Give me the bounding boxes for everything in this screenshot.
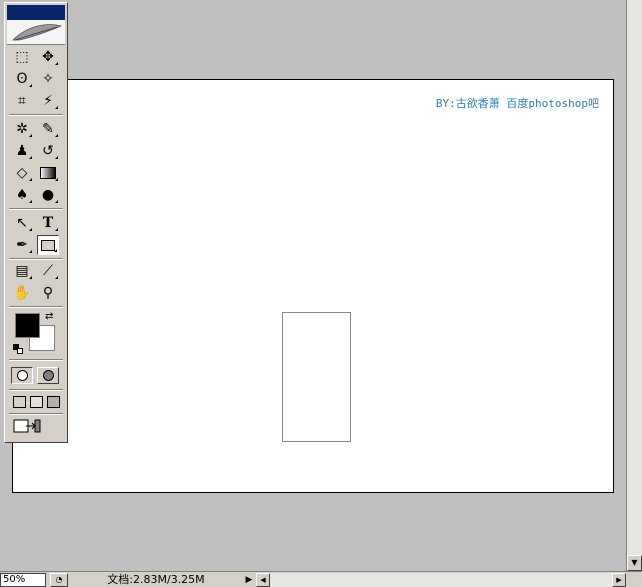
palette-separator [9, 208, 63, 210]
standard-mode-button[interactable] [11, 367, 33, 384]
document-canvas[interactable]: BY:古欲香萧 百度photoshop吧 [12, 79, 614, 493]
palette-separator [9, 114, 63, 116]
move-icon[interactable]: ✥ [37, 47, 59, 67]
scroll-down-button[interactable]: ▼ [627, 555, 642, 571]
palette-separator [9, 258, 63, 260]
resize-corner[interactable] [626, 573, 642, 587]
zoom-icon[interactable]: ⚲ [37, 283, 59, 303]
quick-mask-mode-button[interactable] [37, 367, 59, 384]
status-menu-arrow-icon[interactable]: ▶ [243, 573, 255, 587]
default-colors-icon[interactable] [13, 344, 23, 354]
navigator-button[interactable]: ◔ [50, 573, 68, 587]
feather-icon [12, 24, 63, 41]
clone-stamp-icon[interactable]: ♟ [11, 141, 33, 161]
imageready-jump-icon [13, 419, 41, 433]
credit-text: BY:古欲香萧 百度photoshop吧 [435, 97, 599, 110]
pen-icon[interactable]: ✒ [11, 235, 33, 255]
full-screen-menu-mode-icon[interactable] [30, 396, 43, 408]
rectangular-marquee-icon[interactable]: ⬚ [11, 47, 33, 67]
status-bar: 50% ◔ 文档:2.83M/3.25M ▶ ◀ ▶ [0, 571, 642, 587]
zoom-level-field[interactable]: 50% [0, 573, 46, 587]
scroll-left-button[interactable]: ◀ [256, 573, 270, 587]
feather-logo[interactable] [7, 20, 65, 45]
crop-icon[interactable]: ⌗ [11, 91, 33, 111]
lasso-icon[interactable]: ʘ [11, 69, 33, 89]
gradient-icon[interactable] [37, 163, 59, 183]
palette-title-bar[interactable] [7, 5, 65, 20]
rectangle-shape[interactable] [282, 312, 351, 442]
vertical-scroll-track[interactable] [627, 0, 642, 555]
document-size-info: 文档:2.83M/3.25M [107, 573, 205, 586]
path-selection-icon[interactable]: ↖ [11, 213, 33, 233]
rectangle-glyph-icon [41, 239, 55, 251]
healing-brush-icon[interactable]: ✲ [11, 119, 33, 139]
magic-wand-icon[interactable]: ✧ [37, 69, 59, 89]
full-screen-mode-icon[interactable] [47, 396, 60, 408]
eyedropper-icon[interactable]: ⟋ [37, 261, 59, 281]
slice-icon[interactable]: ⚡ [37, 91, 59, 111]
swap-colors-icon[interactable]: ⇄ [45, 311, 53, 322]
jump-to-imageready-icon[interactable] [13, 417, 41, 437]
blur-icon[interactable]: ♠ [11, 185, 33, 205]
palette-separator [9, 306, 63, 308]
scroll-right-button[interactable]: ▶ [612, 573, 626, 587]
tools-palette: ⬚ ✥ ʘ ✧ ⌗ ⚡ ✲ ✎ ♟ ↺ ◇ ♠ ● ↖ T ✒ ▤ ⟋ ✋ ⚲ … [4, 2, 68, 443]
brush-icon[interactable]: ✎ [37, 119, 59, 139]
dodge-icon[interactable]: ● [37, 185, 59, 205]
hand-icon[interactable]: ✋ [11, 283, 33, 303]
gradient-swatch-icon [40, 167, 56, 179]
standard-screen-mode-icon[interactable] [13, 396, 26, 408]
rectangle-tool-icon[interactable] [37, 235, 59, 255]
palette-separator [9, 359, 63, 361]
foreground-color-swatch[interactable] [15, 313, 40, 338]
vertical-scrollbar[interactable]: ▼ [626, 0, 642, 571]
palette-separator [9, 389, 63, 391]
palette-separator [9, 413, 63, 415]
history-brush-icon[interactable]: ↺ [37, 141, 59, 161]
type-icon[interactable]: T [37, 213, 59, 233]
horizontal-scrollbar[interactable]: ◀ ▶ [256, 573, 626, 587]
notes-icon[interactable]: ▤ [11, 261, 33, 281]
eraser-icon[interactable]: ◇ [11, 163, 33, 183]
